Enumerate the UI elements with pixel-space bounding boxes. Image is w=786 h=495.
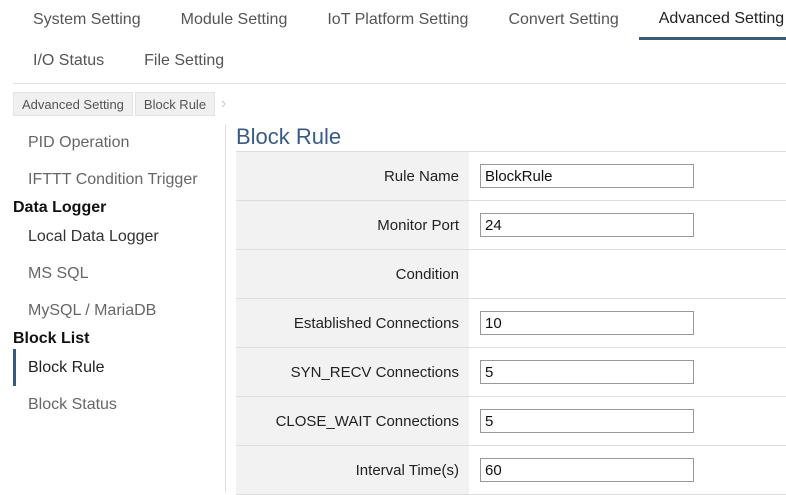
sidebar: PID Operation IFTTT Condition Trigger Da… — [13, 124, 225, 423]
established-connections-input[interactable] — [480, 311, 694, 335]
form-row-established-connections: Established Connections — [236, 299, 786, 348]
monitor-port-input[interactable] — [480, 213, 694, 237]
sidebar-group-data-logger: Data Logger — [13, 199, 107, 216]
form-row-condition: Condition — [236, 250, 786, 299]
syn-recv-connections-label: SYN_RECV Connections — [236, 348, 469, 396]
sidebar-item-ms-sql[interactable]: MS SQL — [13, 255, 225, 292]
sidebar-item-mysql[interactable]: MySQL / MariaDB — [13, 292, 225, 329]
form-row-syn-recv-connections: SYN_RECV Connections — [236, 348, 786, 397]
tab-module-setting[interactable]: Module Setting — [161, 0, 308, 40]
page-title: Block Rule — [236, 124, 342, 149]
top-tab-bar-row2: I/O Status File Setting — [13, 40, 244, 82]
close-wait-connections-label: CLOSE_WAIT Connections — [236, 397, 469, 445]
sidebar-divider — [225, 124, 226, 493]
close-wait-connections-input[interactable] — [480, 409, 694, 433]
tab-file-setting[interactable]: File Setting — [124, 40, 244, 82]
tabs-divider — [13, 83, 786, 84]
interval-time-input[interactable] — [480, 458, 694, 482]
breadcrumb-chevron-icon: › — [221, 95, 227, 112]
tab-io-status[interactable]: I/O Status — [13, 40, 124, 82]
sidebar-item-pid-operation[interactable]: PID Operation — [13, 124, 225, 161]
sidebar-item-local-data-logger[interactable]: Local Data Logger — [13, 218, 225, 255]
sidebar-item-block-rule[interactable]: Block Rule — [13, 349, 225, 386]
breadcrumb: Advanced Setting Block Rule › — [13, 92, 230, 116]
syn-recv-connections-input[interactable] — [480, 360, 694, 384]
breadcrumb-item-advanced-setting[interactable]: Advanced Setting — [13, 92, 133, 116]
tab-advanced-setting[interactable]: Advanced Setting — [638, 0, 786, 40]
block-rule-form: Rule Name Monitor Port Condition Establi… — [236, 151, 786, 495]
form-row-monitor-port: Monitor Port — [236, 201, 786, 250]
rule-name-input[interactable] — [480, 164, 694, 188]
established-connections-label: Established Connections — [236, 299, 469, 347]
tab-system-setting[interactable]: System Setting — [13, 0, 161, 40]
tab-convert-setting[interactable]: Convert Setting — [488, 0, 638, 40]
form-row-close-wait-connections: CLOSE_WAIT Connections — [236, 397, 786, 446]
sidebar-item-block-status[interactable]: Block Status — [13, 386, 225, 423]
breadcrumb-item-block-rule[interactable]: Block Rule — [134, 92, 216, 116]
rule-name-label: Rule Name — [236, 152, 469, 200]
sidebar-group-block-list: Block List — [13, 330, 90, 347]
condition-value — [469, 250, 786, 298]
interval-time-label: Interval Time(s) — [236, 446, 469, 494]
form-row-interval-time: Interval Time(s) — [236, 446, 786, 495]
top-tab-bar: System Setting Module Setting IoT Platfo… — [13, 0, 786, 40]
monitor-port-label: Monitor Port — [236, 201, 469, 249]
condition-label: Condition — [236, 250, 469, 298]
form-row-rule-name: Rule Name — [236, 152, 786, 201]
tab-iot-platform-setting[interactable]: IoT Platform Setting — [307, 0, 488, 40]
sidebar-item-ifttt[interactable]: IFTTT Condition Trigger — [13, 161, 225, 198]
